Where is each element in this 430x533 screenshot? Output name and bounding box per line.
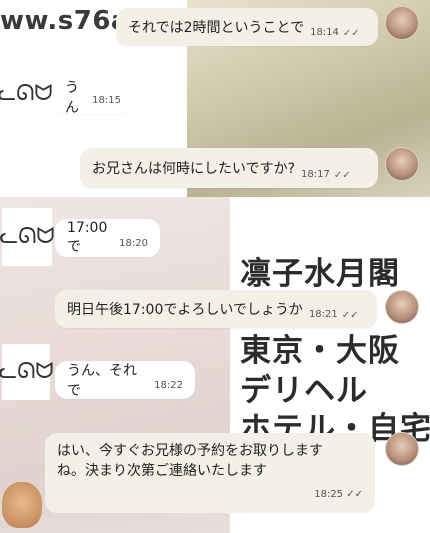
message-text: 明日午後17:00でよろしいでしょうか <box>67 302 303 318</box>
message-bubble-outgoing[interactable]: はい、今すぐお兄様の予約をお取りします ね。決まり次第ご連絡いたします 18:2… <box>45 433 375 513</box>
message-bubble-incoming[interactable]: うん 18:15 <box>53 80 133 116</box>
double-check-icon: ✓✓ <box>341 310 359 321</box>
cat-doodle-avatar[interactable]: ᓚᘏᗢ <box>0 77 53 111</box>
message-text: それでは2時間ということで <box>128 20 305 36</box>
girl-portrait-avatar[interactable] <box>385 432 419 466</box>
message-bubble-incoming[interactable]: 17:00で 18:20 <box>55 219 160 257</box>
message-text-line2: ね。決まり次第ご連絡いたします <box>57 463 267 479</box>
message-time: 18:20 <box>119 238 148 249</box>
message-time: 18:15 <box>92 95 121 106</box>
double-check-icon: ✓✓ <box>346 489 363 500</box>
promo-title: 凛子水月閣 <box>240 256 400 292</box>
message-bubble-outgoing[interactable]: 明日午後17:00でよろしいでしょうか 18:21 ✓✓ <box>55 290 377 328</box>
message-text: うん、それで <box>67 363 137 399</box>
message-time: 18:14 <box>310 27 339 38</box>
message-time: 18:17 <box>301 169 330 180</box>
message-meta: 18:25 ✓✓ <box>314 485 363 505</box>
double-check-icon: ✓✓ <box>333 170 351 181</box>
cat-doodle-icon: ᓚᘏᗢ <box>0 81 53 106</box>
message-bubble-outgoing[interactable]: お兄さんは何時にしたいですか? 18:17 ✓✓ <box>80 148 378 188</box>
girl-portrait-avatar[interactable] <box>385 290 419 324</box>
message-time: 18:21 <box>308 309 338 320</box>
message-text: 17:00で <box>67 220 108 255</box>
cat-doodle-avatar[interactable]: ᓚᘏᗢ <box>0 344 54 400</box>
plush-toy-photo <box>2 482 42 528</box>
promo-area: 東京・大阪 <box>240 333 400 369</box>
girl-portrait-avatar[interactable] <box>385 147 419 181</box>
message-text-line1: はい、今すぐお兄様の予約をお取りします <box>57 443 323 459</box>
message-text: うん <box>65 80 79 116</box>
message-bubble-incoming[interactable]: うん、それで 18:22 <box>55 361 195 399</box>
cat-doodle-icon: ᓚᘏᗢ <box>0 224 55 249</box>
message-bubble-outgoing[interactable]: それでは2時間ということで 18:14 ✓✓ <box>116 8 378 46</box>
message-time: 18:25 <box>314 489 344 500</box>
message-time: 18:22 <box>154 380 183 391</box>
cat-doodle-avatar[interactable]: ᓚᘏᗢ <box>0 208 55 266</box>
cat-doodle-icon: ᓚᘏᗢ <box>0 359 54 384</box>
message-text: お兄さんは何時にしたいですか? <box>92 161 296 177</box>
girl-portrait-avatar[interactable] <box>385 6 419 40</box>
double-check-icon: ✓✓ <box>342 28 360 39</box>
